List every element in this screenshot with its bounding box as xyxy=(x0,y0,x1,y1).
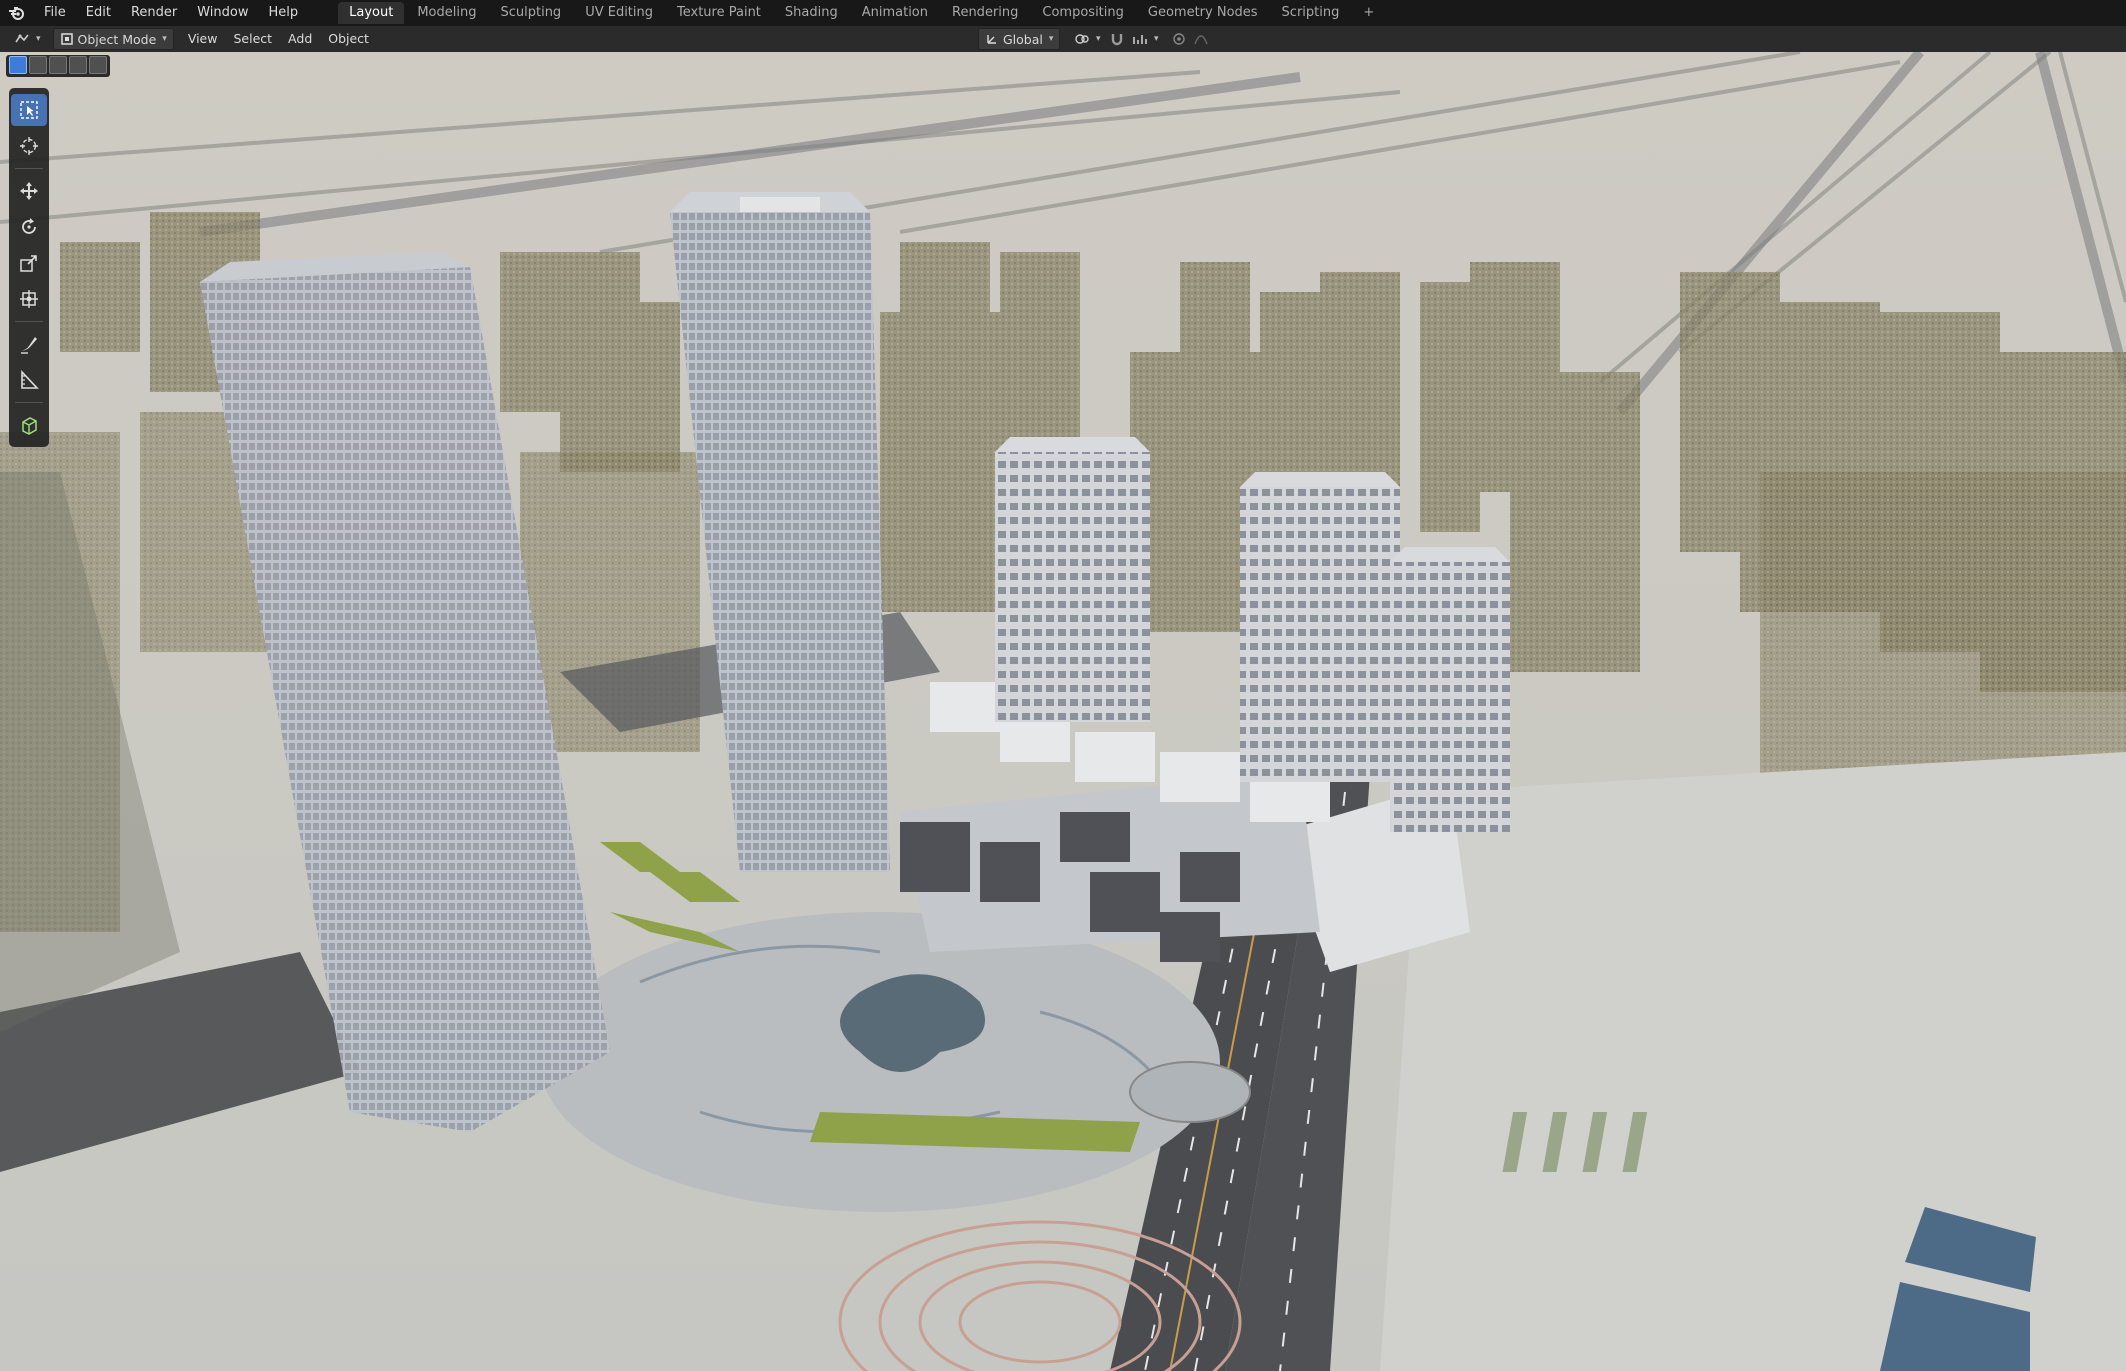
select-box-icon xyxy=(19,100,39,120)
measure-tool[interactable] xyxy=(11,364,47,396)
menu-render[interactable]: Render xyxy=(121,0,187,26)
chevron-down-icon: ▾ xyxy=(162,34,167,44)
select-box-tool[interactable] xyxy=(11,94,47,126)
select-intersect-icon[interactable] xyxy=(89,56,107,74)
mode-dropdown[interactable]: Object Mode ▾ xyxy=(52,28,174,50)
tab-layout[interactable]: Layout xyxy=(338,2,405,24)
chevron-down-icon: ▾ xyxy=(1154,34,1159,44)
tab-texture-paint[interactable]: Texture Paint xyxy=(666,2,772,24)
snap-increment-icon xyxy=(1132,32,1148,46)
top-menu-bar: File Edit Render Window Help Layout Mode… xyxy=(0,0,2126,26)
scale-icon xyxy=(19,253,39,273)
menu-window[interactable]: Window xyxy=(187,0,258,26)
3d-viewport[interactable] xyxy=(0,52,2126,1371)
tab-sculpting[interactable]: Sculpting xyxy=(489,2,572,24)
menu-select[interactable]: Select xyxy=(225,26,280,52)
transform-icon xyxy=(19,289,39,309)
rotate-tool[interactable] xyxy=(11,211,47,243)
blender-logo-icon[interactable] xyxy=(0,0,34,26)
pivot-point-icon xyxy=(1074,32,1090,46)
tab-animation[interactable]: Animation xyxy=(851,2,939,24)
menu-edit[interactable]: Edit xyxy=(76,0,121,26)
move-tool[interactable] xyxy=(11,175,47,207)
proportional-falloff-button[interactable] xyxy=(1188,29,1214,49)
falloff-curve-icon xyxy=(1194,32,1208,46)
cursor-tool[interactable] xyxy=(11,130,47,162)
transform-orientation-dropdown[interactable]: Global ▾ xyxy=(978,28,1061,50)
rotate-icon xyxy=(19,217,39,237)
chevron-down-icon: ▾ xyxy=(1096,34,1101,44)
pivot-point-button[interactable]: ▾ xyxy=(1068,29,1107,49)
add-cube-icon xyxy=(19,415,39,435)
add-cube-tool[interactable] xyxy=(11,409,47,441)
workspace-tabs: Layout Modeling Sculpting UV Editing Tex… xyxy=(338,0,1387,26)
measure-icon xyxy=(19,370,39,390)
transform-orientation-label: Global xyxy=(1003,31,1043,47)
chevron-down-icon: ▾ xyxy=(1048,34,1054,44)
menu-help[interactable]: Help xyxy=(259,0,309,26)
tab-uv-editing[interactable]: UV Editing xyxy=(574,2,664,24)
tab-modeling[interactable]: Modeling xyxy=(406,2,487,24)
city-scene-render xyxy=(0,52,2126,1371)
annotate-icon xyxy=(19,334,39,354)
orientation-axes-icon xyxy=(985,32,999,46)
tab-geometry-nodes[interactable]: Geometry Nodes xyxy=(1137,2,1269,24)
menu-object[interactable]: Object xyxy=(320,26,377,52)
object-mode-icon xyxy=(60,32,74,46)
tab-shading[interactable]: Shading xyxy=(774,2,849,24)
toolbar-divider xyxy=(15,321,43,322)
transform-tool[interactable] xyxy=(11,283,47,315)
mode-label: Object Mode xyxy=(77,31,157,47)
menu-view[interactable]: View xyxy=(180,26,226,52)
toolbar-divider xyxy=(15,168,43,169)
viewport-header: ▾ Object Mode ▾ View Select Add Object G… xyxy=(0,26,2126,75)
toolbar-divider xyxy=(15,402,43,403)
scale-tool[interactable] xyxy=(11,247,47,279)
select-invert-icon[interactable] xyxy=(69,56,87,74)
tab-scripting[interactable]: Scripting xyxy=(1271,2,1351,24)
select-new-icon[interactable] xyxy=(9,56,27,74)
magnet-icon xyxy=(1110,32,1124,46)
menu-add[interactable]: Add xyxy=(280,26,320,52)
proportional-edit-icon xyxy=(1172,32,1186,46)
annotate-tool[interactable] xyxy=(11,328,47,360)
editor-type-button[interactable]: ▾ xyxy=(8,29,47,49)
tool-shelf xyxy=(9,88,49,447)
select-extend-icon[interactable] xyxy=(29,56,47,74)
editor-type-icon xyxy=(14,32,30,46)
snap-target-button[interactable]: ▾ xyxy=(1126,29,1165,49)
select-subtract-icon[interactable] xyxy=(49,56,67,74)
tab-compositing[interactable]: Compositing xyxy=(1031,2,1135,24)
cursor-icon xyxy=(19,136,39,156)
chevron-down-icon: ▾ xyxy=(36,34,41,44)
menu-file[interactable]: File xyxy=(34,0,76,26)
tab-rendering[interactable]: Rendering xyxy=(941,2,1029,24)
move-icon xyxy=(19,181,39,201)
add-workspace-button[interactable]: + xyxy=(1352,2,1385,24)
selection-mode-group xyxy=(6,55,110,77)
